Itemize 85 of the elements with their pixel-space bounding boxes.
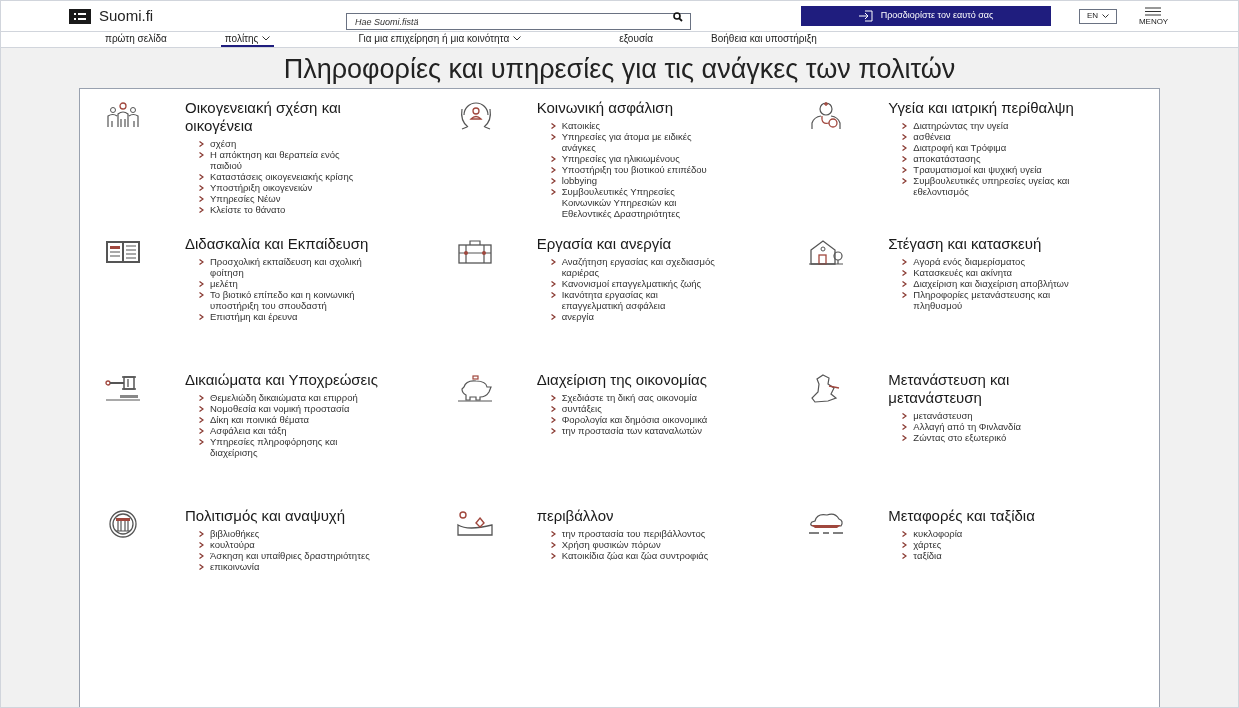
chevron-icon <box>199 314 204 320</box>
chevron-icon <box>550 314 556 320</box>
search-icon[interactable] <box>673 11 683 22</box>
category-link[interactable]: Θεμελιώδη δικαιώματα και επιρροή <box>210 392 370 403</box>
category-link[interactable]: Αναζήτηση εργασίας και σχεδιασμός καριέρας <box>561 256 722 278</box>
language-select[interactable]: EN <box>1079 8 1117 24</box>
page-heading: Πληροφορίες και υπηρεσίες για τις ανάγκες των πολιτών <box>282 53 957 86</box>
nav-tab[interactable]: πρώτη σελίδα <box>101 32 171 47</box>
category-link[interactable]: Αγορά ενός διαμερίσματος <box>913 256 1074 267</box>
category-link[interactable]: Συμβουλευτικές υπηρεσίες υγείας και εθελοντισμός <box>913 175 1074 197</box>
site-logo-text[interactable]: Suomi.fi <box>99 4 154 28</box>
category-title[interactable]: Εργασία και ανεργία <box>536 235 742 253</box>
piggy-bank-icon <box>455 373 494 403</box>
category-link[interactable]: lobbying <box>561 175 722 186</box>
category-title[interactable]: Δικαιώματα και Υποχρεώσεις <box>185 371 390 389</box>
login-button[interactable]: Προσδιορίστε τον εαυτό σας <box>801 6 1051 26</box>
category-link[interactable]: μετανάστευση <box>913 410 1074 421</box>
category-link[interactable]: Υποστήριξη του βιοτικού επιπέδου <box>561 164 722 175</box>
nav-tab[interactable]: Βοήθεια και υποστήριξη <box>707 32 821 47</box>
category-link[interactable]: Τραυματισμοί και ψυχική υγεία <box>913 164 1074 175</box>
category-link[interactable]: την προστασία των καταναλωτών <box>561 425 722 436</box>
logo-icon <box>69 8 91 24</box>
category-title[interactable]: Οικογενειακή σχέση και οικογένεια <box>185 99 390 135</box>
category-title[interactable]: Διαχείριση της οικονομίας <box>536 371 742 389</box>
category-title[interactable]: Υγεία και ιατρική περίθαλψη <box>888 99 1094 117</box>
category-link[interactable]: Καταστάσεις οικογενειακής κρίσης <box>210 171 370 182</box>
category-link[interactable]: Κανονισμοί επαγγελματικής ζωής <box>561 278 722 289</box>
category-link[interactable]: Ζώντας στο εξωτερικό <box>913 432 1074 443</box>
category-link[interactable]: Επιστήμη και έρευνα <box>210 311 370 322</box>
category-link[interactable]: Κατοικίδια ζώα και ζώα συντροφιάς <box>561 550 722 561</box>
gavel-icon <box>104 373 142 403</box>
category-link[interactable]: Ασφάλεια και τάξη <box>210 425 370 436</box>
category-title[interactable]: Διδασκαλία και Εκπαίδευση <box>185 235 390 253</box>
category-link[interactable]: Σχεδιάστε τη δική σας οικονομία <box>561 392 722 403</box>
category-link[interactable]: Υπηρεσίες για άτομα με ειδικές ανάγκες <box>561 131 722 153</box>
category-link[interactable]: Διαχείριση και διαχείριση αποβλήτων <box>913 278 1074 289</box>
category-title[interactable]: περιβάλλον <box>536 507 742 525</box>
category-link[interactable]: αποκατάστασης <box>913 153 1074 164</box>
category-link[interactable]: Το βιοτικό επίπεδο και η κοινωνική υποστήριξη του σπουδαστή <box>210 289 370 311</box>
category-link[interactable]: χάρτες <box>913 539 1074 550</box>
category-link[interactable]: μελέτη <box>210 278 370 289</box>
search-field[interactable]: Hae Suomi.fistä <box>346 13 691 30</box>
category-link[interactable]: ανεργία <box>561 311 722 322</box>
category-link[interactable]: την προστασία του περιβάλλοντος <box>561 528 722 539</box>
category-link[interactable]: Κατοικίες <box>561 120 722 131</box>
nav-tab[interactable]: εξουσία <box>615 32 658 47</box>
category-link[interactable]: βιβλιοθήκες <box>210 528 370 539</box>
category-title[interactable]: Στέγαση και κατασκευή <box>888 235 1094 253</box>
category-link[interactable]: Υπηρεσίες πληροφόρησης και διαχείρισης <box>210 436 370 458</box>
chevron-icon <box>550 259 556 265</box>
category-link[interactable]: Διατροφή και Τρόφιμα <box>913 142 1074 153</box>
category-link[interactable]: Χρήση φυσικών πόρων <box>561 539 722 550</box>
landscape-icon <box>455 509 494 539</box>
category-link[interactable]: Άσκηση και υπαίθριες δραστηριότητες <box>210 550 370 561</box>
category-link[interactable]: ασθένεια <box>913 131 1074 142</box>
category-link[interactable]: Διατηρώντας την υγεία <box>913 120 1074 131</box>
category-link[interactable]: Υπηρεσίες για ηλικιωμένους <box>561 153 722 164</box>
category-link[interactable]: Υπηρεσίες Νέων <box>210 193 370 204</box>
category-title[interactable]: Κοινωνική ασφάλιση <box>536 99 742 117</box>
category-link[interactable]: Δίκη και ποινικά θέματα <box>210 414 370 425</box>
category-link[interactable]: Κατασκευές και ακίνητα <box>913 267 1074 278</box>
category-title[interactable]: Μεταφορές και ταξίδια <box>888 507 1094 525</box>
menu-icon <box>1145 6 1162 16</box>
category-link[interactable]: συντάξεις <box>561 403 722 414</box>
category-link[interactable]: Υποστήριξη οικογενειών <box>210 182 370 193</box>
category-link[interactable]: Φορολογία και δημόσια οικονομικά <box>561 414 722 425</box>
category-link[interactable]: Η απόκτηση και θεραπεία ενός παιδιού <box>210 149 370 171</box>
category-link[interactable]: κυκλοφορία <box>913 528 1074 539</box>
category-link[interactable]: κουλτούρα <box>210 539 370 550</box>
chevron-icon <box>199 259 204 265</box>
login-icon <box>858 10 873 22</box>
briefcase-icon <box>455 237 494 267</box>
category-link[interactable]: ταξίδια <box>913 550 1074 561</box>
caret-icon <box>1102 14 1110 18</box>
category-link[interactable]: Συμβουλευτικές Υπηρεσίες Κοινωνικών Υπηρεσιών και Εθελοντικές Δραστηριότητες <box>561 186 722 219</box>
category-link[interactable]: Πληροφορίες μετανάστευσης και πληθυσμού <box>913 289 1074 311</box>
category-link[interactable]: Κλείστε το θάνατο <box>210 204 370 215</box>
category-link[interactable]: Αλλαγή από τη Φινλανδία <box>913 421 1074 432</box>
category-link[interactable]: σχέση <box>210 138 370 149</box>
category-title[interactable]: Μετανάστευση και μετανάστευση <box>888 371 1094 407</box>
category-title[interactable]: Πολιτισμός και αναψυχή <box>185 507 390 525</box>
category-link[interactable]: Νομοθεσία και νομική προστασία <box>210 403 370 414</box>
category-link[interactable]: επικοινωνία <box>210 561 370 572</box>
menu-button[interactable]: ΜΕΝΟΥ <box>1138 6 1168 26</box>
nav-tab[interactable]: Για μια επιχείρηση ή μια κοινότητα <box>354 32 526 47</box>
